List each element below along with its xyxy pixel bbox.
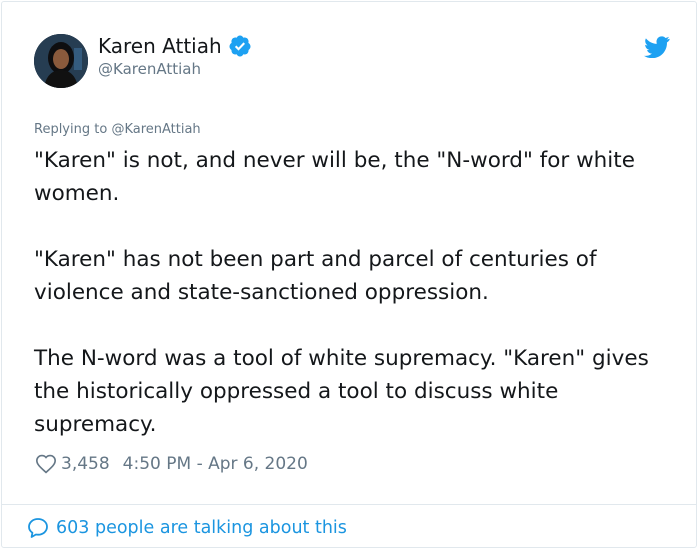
verified-badge-icon <box>228 34 252 58</box>
replying-to-prefix: Replying to <box>34 122 108 137</box>
footer-divider <box>2 504 696 505</box>
tweet-text: "Karen" is not, and never will be, the "… <box>34 144 674 441</box>
twitter-bird-icon[interactable] <box>644 36 670 59</box>
tweet-card: Karen Attiah @KarenAttiah Replying to @K… <box>1 1 697 548</box>
heart-outline-icon[interactable] <box>35 453 57 475</box>
speech-bubble-icon <box>26 516 50 540</box>
author-name-row[interactable]: Karen Attiah <box>98 33 252 59</box>
conversation-link[interactable]: 603 people are talking about this <box>26 515 347 541</box>
display-name[interactable]: Karen Attiah <box>98 33 222 59</box>
tweet-paragraph: "Karen" has not been part and parcel of … <box>34 247 597 305</box>
replying-to-handle-link[interactable]: @KarenAttiah <box>111 122 200 137</box>
replying-to-line: Replying to @KarenAttiah <box>34 121 201 139</box>
tweet-timestamp[interactable]: 4:50 PM - Apr 6, 2020 <box>123 452 308 476</box>
like-count[interactable]: 3,458 <box>61 452 110 476</box>
conversation-count-label[interactable]: 603 people are talking about this <box>56 515 347 541</box>
tweet-paragraph: The N-word was a tool of white supremacy… <box>34 346 649 437</box>
tweet-paragraph: "Karen" is not, and never will be, the "… <box>34 148 635 206</box>
tweet-meta-row: 3,458 4:50 PM - Apr 6, 2020 <box>35 452 308 476</box>
avatar[interactable] <box>34 34 88 88</box>
author-handle[interactable]: @KarenAttiah <box>98 59 201 79</box>
avatar-image <box>34 34 88 88</box>
